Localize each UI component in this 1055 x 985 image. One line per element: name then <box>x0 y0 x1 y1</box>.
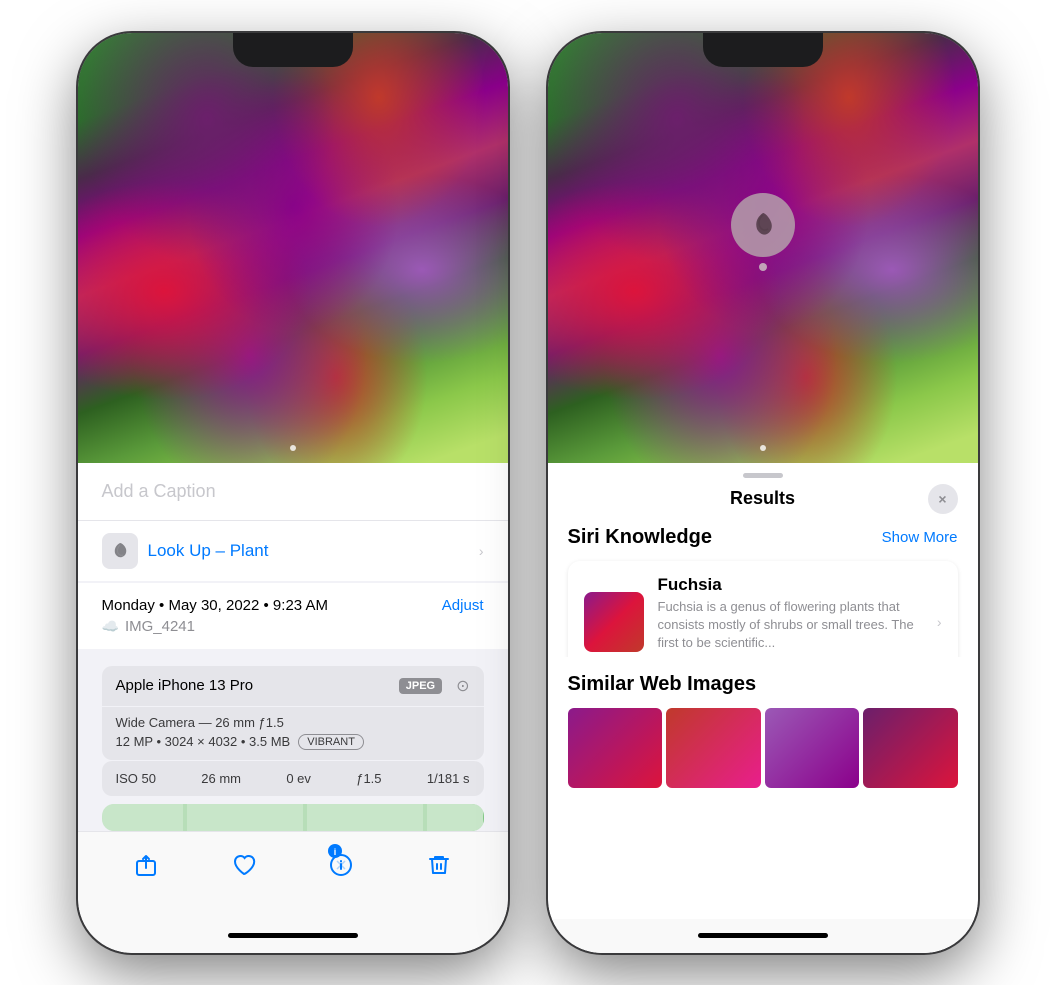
info-panel: Add a Caption Look Up – Plant › Monday • <box>78 463 508 831</box>
svg-text:i: i <box>334 847 337 857</box>
fuchsia-text: Fuchsia Fuchsia is a genus of flowering … <box>658 575 923 657</box>
results-panel: Results × Siri Knowledge Show More Fuchs… <box>548 463 978 953</box>
similar-image-3[interactable] <box>765 708 860 788</box>
camera-icon: ⊙ <box>456 676 469 696</box>
date-row: Monday • May 30, 2022 • 9:23 AM Adjust <box>102 597 484 614</box>
device-section: Apple iPhone 13 Pro JPEG ⊙ Wide Camera —… <box>78 652 508 796</box>
adjust-button[interactable]: Adjust <box>442 597 484 614</box>
siri-dot <box>759 263 767 271</box>
lookup-icon <box>102 533 138 569</box>
similar-image-2[interactable] <box>666 708 761 788</box>
bottom-toolbar: i <box>78 831 508 919</box>
filename-row: ☁️ IMG_4241 <box>102 618 484 635</box>
fuchsia-chevron: › <box>937 614 942 630</box>
share-button[interactable] <box>124 843 168 887</box>
caption-area[interactable]: Add a Caption <box>78 463 508 520</box>
handle-bar <box>743 473 783 478</box>
right-home-bar <box>698 933 828 938</box>
metadata-section: Monday • May 30, 2022 • 9:23 AM Adjust ☁… <box>78 583 508 649</box>
close-button[interactable]: × <box>928 484 958 514</box>
focal-value: 26 mm <box>201 771 241 786</box>
resolution: 12 MP • 3024 × 4032 • 3.5 MB <box>116 734 291 749</box>
exif-row: ISO 50 26 mm 0 ev ƒ1.5 1/181 s <box>102 761 484 796</box>
knowledge-card: Fuchsia Fuchsia is a genus of flowering … <box>568 561 958 657</box>
vibrant-badge: VIBRANT <box>298 734 364 750</box>
siri-knowledge-section: Siri Knowledge Show More Fuchsia Fuchsia… <box>548 526 978 657</box>
right-photo-view[interactable] <box>548 33 978 463</box>
caption-placeholder[interactable]: Add a Caption <box>102 481 216 501</box>
right-home-indicator <box>548 919 978 953</box>
delete-button[interactable] <box>417 843 461 887</box>
page-indicator <box>290 445 296 451</box>
camera-detail: Wide Camera — 26 mm ƒ1.5 <box>116 715 470 730</box>
fuchsia-desc: Fuchsia is a genus of flowering plants t… <box>658 598 923 653</box>
cloud-icon: ☁️ <box>102 618 119 635</box>
siri-knowledge-title: Siri Knowledge <box>568 526 712 549</box>
knowledge-item-fuchsia[interactable]: Fuchsia Fuchsia is a genus of flowering … <box>568 561 958 657</box>
info-button[interactable]: i <box>319 843 363 887</box>
similar-section: Similar Web Images <box>548 657 978 788</box>
lookup-row[interactable]: Look Up – Plant › <box>78 520 508 581</box>
device-header: Apple iPhone 13 Pro JPEG ⊙ <box>102 666 484 706</box>
similar-title: Similar Web Images <box>568 673 958 696</box>
fuchsia-thumbnail <box>584 592 644 652</box>
aperture-value: ƒ1.5 <box>356 771 381 786</box>
like-button[interactable] <box>222 843 266 887</box>
left-phone-screen: Add a Caption Look Up – Plant › Monday • <box>78 33 508 953</box>
similar-image-1[interactable] <box>568 708 663 788</box>
home-indicator <box>78 919 508 953</box>
results-title: Results <box>598 488 928 509</box>
siri-knowledge-header: Siri Knowledge Show More <box>568 526 958 549</box>
similar-images-grid <box>568 708 958 788</box>
home-bar <box>228 933 358 938</box>
resolution-row: 12 MP • 3024 × 4032 • 3.5 MB VIBRANT <box>116 734 470 750</box>
map-thumbnail[interactable] <box>102 804 484 831</box>
device-details: Wide Camera — 26 mm ƒ1.5 12 MP • 3024 × … <box>102 707 484 760</box>
results-header: Results × <box>548 484 978 526</box>
shutter-value: 1/181 s <box>427 771 470 786</box>
device-name: Apple iPhone 13 Pro <box>116 677 254 694</box>
show-more-button[interactable]: Show More <box>882 529 958 546</box>
iso-value: ISO 50 <box>116 771 156 786</box>
jpeg-badge: JPEG <box>399 678 442 694</box>
lookup-label: Look Up – Plant <box>148 541 269 561</box>
photo-date: Monday • May 30, 2022 • 9:23 AM <box>102 597 328 614</box>
lookup-chevron: › <box>479 543 484 559</box>
left-phone: Add a Caption Look Up – Plant › Monday • <box>78 33 508 953</box>
similar-image-4[interactable] <box>863 708 958 788</box>
filename: IMG_4241 <box>125 618 195 635</box>
bottom-spacer <box>548 788 978 919</box>
fuchsia-source: Wikipedia <box>658 655 923 656</box>
right-phone: Results × Siri Knowledge Show More Fuchs… <box>548 33 978 953</box>
flower-image <box>78 33 508 463</box>
fuchsia-name: Fuchsia <box>658 575 923 595</box>
drag-handle[interactable] <box>548 463 978 484</box>
ev-value: 0 ev <box>286 771 311 786</box>
siri-bubble <box>731 193 795 257</box>
siri-search-overlay <box>731 193 795 271</box>
right-phone-screen: Results × Siri Knowledge Show More Fuchs… <box>548 33 978 953</box>
right-page-indicator <box>760 445 766 451</box>
photo-view[interactable] <box>78 33 508 463</box>
